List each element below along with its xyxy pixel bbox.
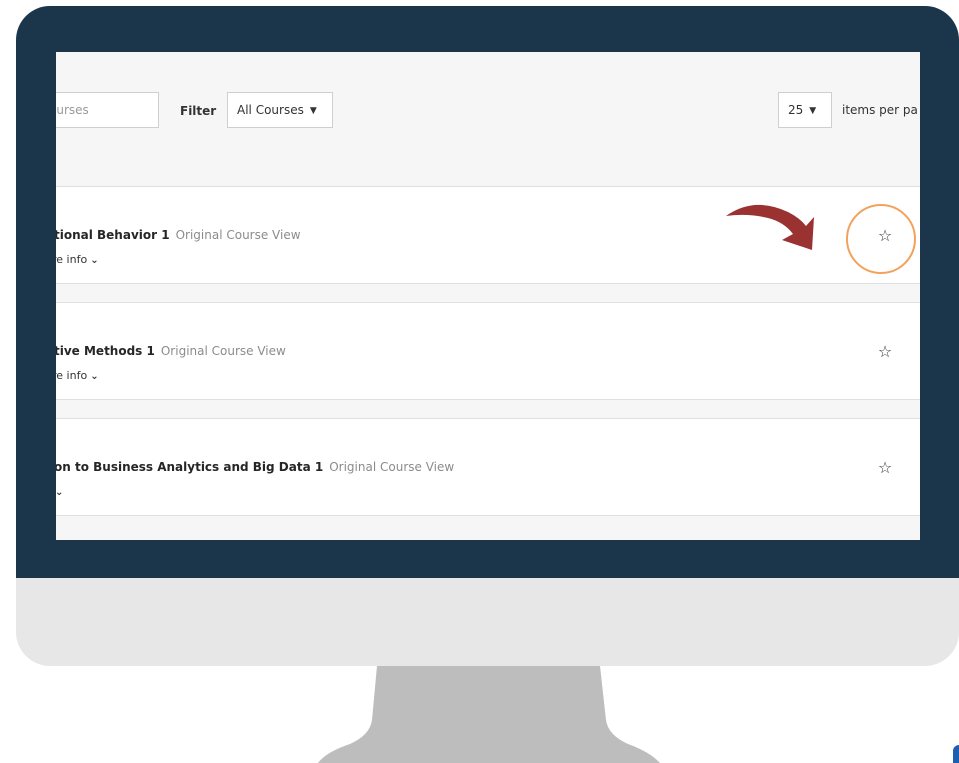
highlight-circle <box>846 204 916 274</box>
course-row: tive Methods 1 Original Course View re in… <box>56 302 920 400</box>
chevron-down-icon: ⌄ <box>56 487 64 498</box>
more-info-toggle[interactable]: re info⌄ <box>56 369 99 382</box>
monitor-chin <box>16 578 959 666</box>
items-per-page-select[interactable]: 25 ▼ <box>778 92 832 128</box>
chevron-down-icon: ⌄ <box>90 371 99 382</box>
course-name: tional Behavior 1 <box>56 228 170 242</box>
favorite-star-icon[interactable]: ☆ <box>876 343 894 361</box>
filter-select[interactable]: All Courses ▼ <box>227 92 333 128</box>
per-page-value: 25 <box>788 103 804 117</box>
corner-mark <box>953 745 959 763</box>
course-row: on to Business Analytics and Big Data 1 O… <box>56 418 920 516</box>
search-placeholder: ourses <box>56 103 89 117</box>
course-view-label: Original Course View <box>160 344 286 358</box>
course-title[interactable]: tive Methods 1 Original Course View <box>56 344 286 358</box>
course-title[interactable]: tional Behavior 1 Original Course View <box>56 228 301 242</box>
pointer-arrow-icon <box>726 204 814 250</box>
more-info-label: re info <box>56 253 88 266</box>
course-toolbar: ourses Filter All Courses ▼ 25 ▼ items per… <box>56 52 920 187</box>
course-title[interactable]: on to Business Analytics and Big Data 1 O… <box>56 460 454 474</box>
more-info-toggle[interactable]: ⌄ <box>56 485 63 498</box>
chevron-down-icon: ⌄ <box>90 255 99 266</box>
course-view-label: Original Course View <box>175 228 301 242</box>
items-per-page-label: items per pa <box>842 103 918 117</box>
course-name: on to Business Analytics and Big Data 1 <box>56 460 324 474</box>
course-name: tive Methods 1 <box>56 344 155 358</box>
filter-value: All Courses <box>237 103 304 117</box>
monitor-illustration: ourses Filter All Courses ▼ 25 ▼ items per… <box>0 0 959 763</box>
caret-down-icon: ▼ <box>309 106 317 116</box>
course-view-label: Original Course View <box>329 460 455 474</box>
caret-down-icon: ▼ <box>809 106 817 116</box>
favorite-star-icon[interactable]: ☆ <box>876 459 894 477</box>
more-info-toggle[interactable]: re info⌄ <box>56 253 99 266</box>
more-info-label: re info <box>56 369 88 382</box>
course-search-input[interactable]: ourses <box>56 92 159 128</box>
filter-label: Filter <box>180 104 217 118</box>
course-list-screen: ourses Filter All Courses ▼ 25 ▼ items per… <box>56 52 920 540</box>
